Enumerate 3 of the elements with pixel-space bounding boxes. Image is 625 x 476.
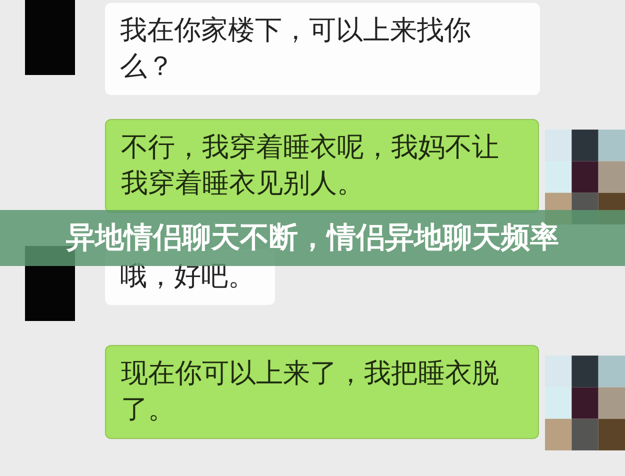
message-bubble: 我在你家楼下，可以上来找你么？ bbox=[105, 3, 540, 95]
message-bubble: 不行，我穿着睡衣呢，我妈不让我穿着睡衣见别人。 bbox=[105, 119, 539, 213]
message-bubble: 现在你可以上来了，我把睡衣脱了。 bbox=[105, 345, 539, 439]
